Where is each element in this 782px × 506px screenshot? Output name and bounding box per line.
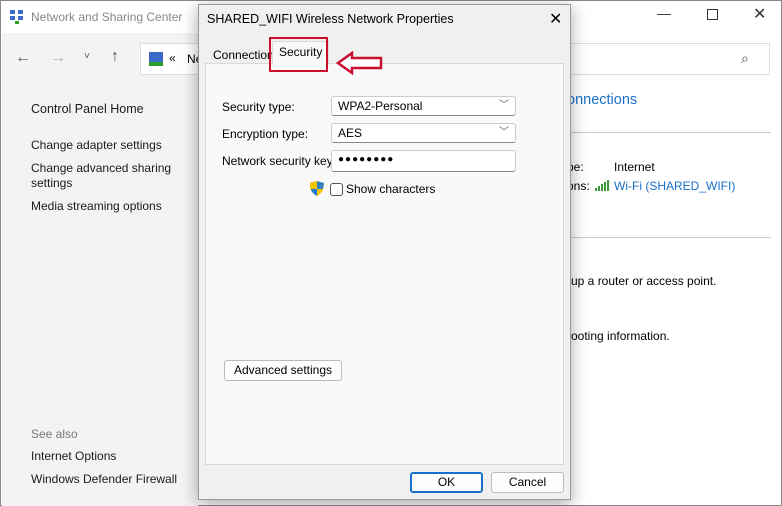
highlight-box xyxy=(269,37,328,72)
sidebar-item-control-panel-home[interactable]: Control Panel Home xyxy=(31,102,144,116)
advanced-settings-button[interactable]: Advanced settings xyxy=(224,360,342,381)
up-button[interactable]: ↑ xyxy=(111,48,119,66)
minimize-button[interactable]: — xyxy=(657,5,671,21)
security-key-input[interactable]: ●●●●●●●● xyxy=(331,150,516,172)
network-icon xyxy=(9,9,25,25)
sidebar-item-firewall[interactable]: Windows Defender Firewall xyxy=(31,472,177,486)
sidebar-item-advanced-sharing[interactable]: Change advanced sharing settings xyxy=(31,161,181,191)
wifi-signal-icon xyxy=(595,180,611,194)
annotation-arrow-icon xyxy=(335,50,384,78)
section-heading: onnections xyxy=(567,92,638,108)
security-tab-panel: Security type: WPA2-Personal ﹀ Encryption… xyxy=(205,63,564,465)
security-type-value: WPA2-Personal xyxy=(338,99,423,113)
show-characters-label[interactable]: Show characters xyxy=(346,182,435,196)
wifi-connection-link[interactable]: Wi-Fi (SHARED_WIFI) xyxy=(614,179,735,193)
encryption-type-select[interactable]: AES ﹀ xyxy=(331,123,516,143)
show-characters-checkbox[interactable] xyxy=(330,183,343,196)
cancel-button[interactable]: Cancel xyxy=(491,472,564,493)
window-title: Network and Sharing Center xyxy=(31,10,183,24)
network-icon xyxy=(149,52,163,66)
sidebar-item-adapter-settings[interactable]: Change adapter settings xyxy=(31,138,162,152)
maximize-button[interactable] xyxy=(707,9,718,20)
search-icon[interactable]: ⌕ xyxy=(741,50,749,67)
security-type-select[interactable]: WPA2-Personal ﹀ xyxy=(331,96,516,116)
encryption-type-label: Encryption type: xyxy=(222,127,309,141)
dialog-title: SHARED_WIFI Wireless Network Properties xyxy=(207,12,454,26)
recent-dropdown[interactable]: ˅ xyxy=(84,51,90,62)
wireless-properties-dialog: SHARED_WIFI Wireless Network Properties … xyxy=(198,4,571,500)
security-type-label: Security type: xyxy=(222,100,295,114)
sidebar-item-media-streaming[interactable]: Media streaming options xyxy=(31,199,162,213)
uac-shield-icon xyxy=(310,181,324,199)
see-also-label: See also xyxy=(31,427,78,441)
key-label: Network security key xyxy=(222,154,333,168)
back-button[interactable]: ← xyxy=(15,49,31,67)
ok-button[interactable]: OK xyxy=(410,472,483,493)
access-type-value: Internet xyxy=(614,160,655,174)
close-window-button[interactable]: ✕ xyxy=(753,4,766,24)
chevron-down-icon: ﹀ xyxy=(499,127,509,138)
dialog-close-button[interactable]: ✕ xyxy=(549,9,562,29)
setup-text: up a router or access point. xyxy=(571,274,717,288)
encryption-type-value: AES xyxy=(338,126,363,140)
address-prefix: « xyxy=(169,51,176,65)
divider xyxy=(567,132,771,133)
chevron-down-icon: ﹀ xyxy=(499,100,509,111)
forward-button[interactable]: → xyxy=(50,49,66,67)
troubleshoot-text: ooting information. xyxy=(571,329,670,343)
divider xyxy=(567,237,771,238)
sidebar-item-internet-options[interactable]: Internet Options xyxy=(31,449,116,463)
